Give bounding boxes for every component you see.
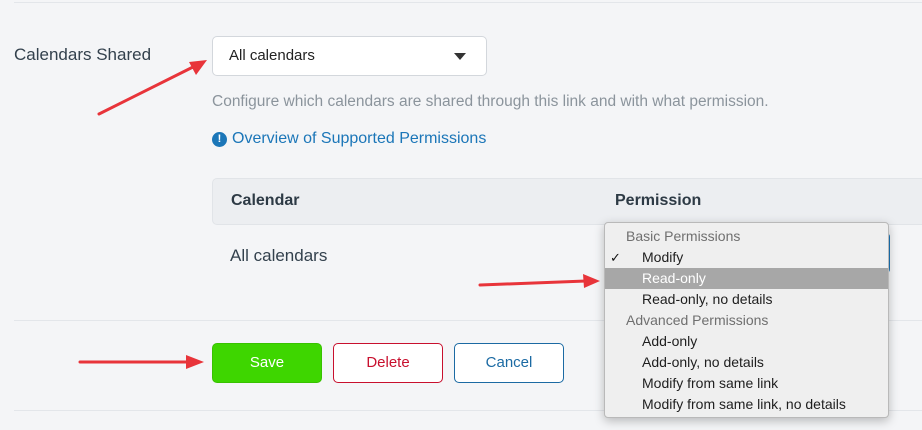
option-label: Modify — [642, 249, 684, 265]
option-label: Modify from same link — [642, 375, 779, 391]
checkmark-icon: ✓ — [610, 250, 621, 265]
option-label: Modify from same link, no details — [642, 396, 846, 412]
option-modify-from-same-link-no-details[interactable]: Modify from same link, no details — [605, 394, 888, 415]
option-label: Add-only — [642, 333, 698, 349]
option-modify[interactable]: ✓ Modify — [605, 247, 888, 268]
group-basic-permissions: Basic Permissions — [626, 228, 741, 244]
annotation-arrow-save-icon — [78, 355, 204, 369]
save-button[interactable]: Save — [212, 343, 322, 383]
column-header-calendar: Calendar — [231, 192, 300, 209]
top-divider — [14, 2, 922, 3]
info-icon: ! — [212, 131, 227, 147]
permissions-table-header: Calendar Permission — [212, 178, 922, 225]
dropdown-caret-icon — [454, 53, 466, 60]
overview-permissions-link-text[interactable]: Overview of Supported Permissions — [232, 130, 486, 148]
option-read-only[interactable]: Read-only — [605, 268, 888, 289]
annotation-arrow-select-icon — [97, 60, 207, 116]
permission-dropdown-menu[interactable]: Basic Permissions ✓ Modify Read-only Rea… — [604, 222, 889, 418]
cancel-button[interactable]: Cancel — [454, 343, 564, 383]
option-add-only[interactable]: Add-only — [605, 331, 888, 352]
calendars-shared-select-value: All calendars — [229, 47, 315, 64]
option-label: Read-only — [642, 270, 706, 286]
option-modify-from-same-link[interactable]: Modify from same link — [605, 373, 888, 394]
column-header-permission: Permission — [615, 192, 702, 209]
help-text: Configure which calendars are shared thr… — [212, 93, 769, 110]
group-advanced-permissions: Advanced Permissions — [626, 312, 769, 328]
option-add-only-no-details[interactable]: Add-only, no details — [605, 352, 888, 373]
calendars-shared-select[interactable]: All calendars — [212, 36, 487, 76]
option-label: Read-only, no details — [642, 291, 773, 307]
annotation-arrow-read-only-icon — [478, 274, 600, 288]
delete-button[interactable]: Delete — [333, 343, 443, 383]
option-label: Add-only, no details — [642, 354, 764, 370]
option-read-only-no-details[interactable]: Read-only, no details — [605, 289, 888, 310]
overview-permissions-link[interactable]: ! Overview of Supported Permissions — [212, 130, 486, 148]
table-row-calendar: All calendars — [230, 246, 328, 265]
